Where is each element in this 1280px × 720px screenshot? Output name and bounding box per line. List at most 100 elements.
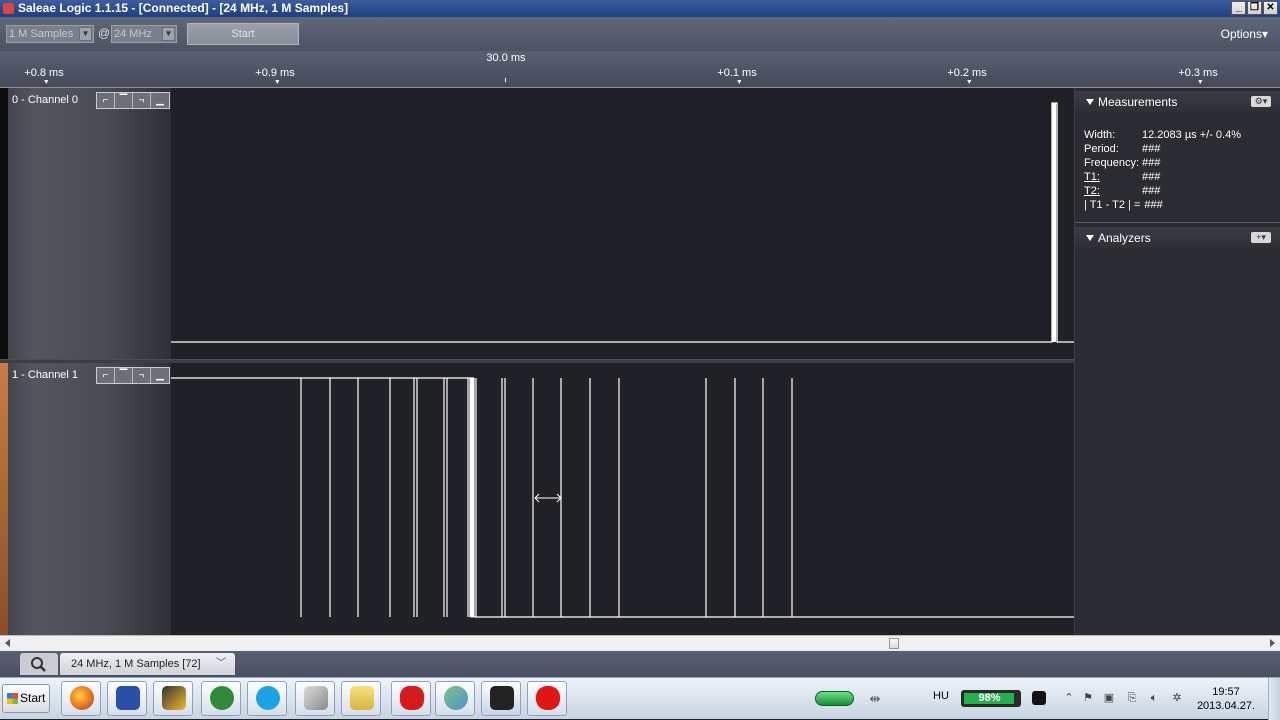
measurement-value: ### [1144, 199, 1163, 211]
at-sign: @ [98, 26, 111, 40]
close-button[interactable]: ✕ [1263, 1, 1278, 15]
taskbar-app-utorrent[interactable] [201, 681, 241, 716]
measurement-key: | T1 - T2 | = [1084, 199, 1141, 211]
sample-count-value: 1 M Samples [9, 28, 74, 40]
connector-icon[interactable]: ⇹ [866, 690, 884, 708]
measurement-value: ### [1142, 157, 1161, 169]
ruler-tick: +0.2 ms [947, 67, 987, 84]
clock-time: 19:57 [1212, 686, 1240, 698]
search-tab[interactable] [20, 653, 58, 675]
rising-edge-icon[interactable]: ⌐ [97, 93, 115, 108]
show-hidden-icons-icon[interactable]: ⌃ [1062, 692, 1076, 705]
start-label: Start [20, 691, 46, 705]
panel-divider [1075, 222, 1280, 223]
channel-1-label-panel[interactable]: 1 - Channel 1 ⌐ ▔ ¬ ▁ [0, 363, 171, 635]
taskbar-app-skype[interactable] [247, 681, 287, 716]
minimize-button[interactable]: _ [1231, 1, 1246, 15]
scroll-left-icon[interactable] [5, 639, 10, 647]
scroll-thumb[interactable] [889, 638, 899, 649]
session-tab-label: 24 MHz, 1 M Samples [72] [71, 658, 201, 670]
status-indicator-icon[interactable] [815, 691, 854, 706]
channel-0-signal [171, 102, 1074, 343]
usb-icon[interactable]: ⎘ [1125, 692, 1139, 705]
sample-rate-value: 24 MHz [114, 28, 152, 40]
action-center-flag-icon[interactable]: ⚑ [1081, 692, 1095, 705]
measurement-key: Frequency: [1084, 157, 1140, 169]
firefox-icon [70, 686, 94, 710]
options-menu[interactable]: Options▾ [1221, 27, 1268, 41]
measurements-title: Measurements [1098, 95, 1178, 109]
cube-icon [304, 686, 328, 710]
chevron-down-icon[interactable]: ﹀ [216, 653, 226, 675]
channel-1-waveform-svg [171, 377, 1074, 618]
ruler-tick: +0.9 ms [255, 67, 295, 84]
channel-0-label-panel[interactable]: 0 - Channel 0 ⌐ ▔ ¬ ▁ [0, 88, 171, 359]
chevron-down-icon: ▼ [162, 27, 175, 41]
taskbar-app-splash[interactable] [391, 681, 431, 716]
channel-0-waveform[interactable] [171, 88, 1074, 359]
show-desktop-button[interactable] [1268, 678, 1280, 720]
taskbar-app-explorer[interactable] [341, 681, 381, 716]
measurements-list: Width: 12.2083 µs +/- 0.4% Period: ### Fre… [1084, 128, 1241, 212]
power-plug-icon[interactable] [1032, 691, 1046, 705]
falling-edge-icon[interactable]: ¬ [133, 93, 151, 108]
measurement-key[interactable]: T2: [1084, 184, 1142, 198]
analyzers-header[interactable]: Analyzers +▾ [1075, 227, 1280, 249]
high-level-icon[interactable]: ▔ [115, 93, 133, 108]
session-tab[interactable]: 24 MHz, 1 M Samples [72] ﹀ [60, 653, 235, 675]
start-button[interactable]: Start [2, 684, 50, 713]
battery-percent: 98% [978, 692, 1001, 704]
measurement-row: Frequency: ### [1084, 156, 1241, 170]
network-icon[interactable]: ✲ [1170, 692, 1184, 705]
speaker-icon[interactable]: 🔈︎ [1147, 692, 1161, 705]
rising-edge-icon[interactable]: ⌐ [97, 368, 115, 383]
channel-0-pulse [1052, 103, 1056, 342]
red-splash-icon [400, 686, 424, 710]
title-bar: Saleae Logic 1.1.15 - [Connected] - [24 … [0, 0, 1280, 17]
scroll-right-icon[interactable] [1270, 639, 1275, 647]
sample-count-select[interactable]: 1 M Samples ▼ [6, 25, 94, 43]
floppy-disk-icon [116, 686, 140, 710]
language-indicator[interactable]: HU [933, 690, 949, 702]
taskbar-app-save[interactable] [107, 681, 147, 716]
system-clock[interactable]: 19:57 2013.04.27. [1194, 685, 1258, 713]
falling-edge-icon[interactable]: ¬ [133, 368, 151, 383]
low-level-icon[interactable]: ▁ [151, 368, 169, 383]
taskbar-app-saleae-logic[interactable] [481, 681, 521, 716]
start-button[interactable]: Start [187, 23, 299, 45]
taskbar-app-network[interactable] [435, 681, 475, 716]
battery-indicator[interactable]: 98% [961, 690, 1021, 707]
measurement-row: Width: 12.2083 µs +/- 0.4% [1084, 128, 1241, 142]
taskbar-app-editor[interactable] [153, 681, 193, 716]
taskbar-app-firefox[interactable] [61, 681, 101, 716]
ruler-tick: +0.8 ms [24, 67, 64, 84]
collapse-triangle-icon [1086, 235, 1094, 241]
horizontal-scrollbar[interactable] [0, 635, 1280, 651]
channel-1-waveform[interactable] [171, 363, 1074, 635]
measurement-value: 12.2083 µs +/- 0.4% [1142, 129, 1241, 141]
skype-icon [256, 686, 280, 710]
device-icon[interactable]: ▣ [1102, 692, 1116, 705]
low-level-icon[interactable]: ▁ [151, 93, 169, 108]
measurement-row: Period: ### [1084, 142, 1241, 156]
logic-analyzer-icon [490, 686, 514, 710]
channel-1-signal [171, 377, 474, 618]
measurements-header[interactable]: Measurements ⚙▾ [1075, 91, 1280, 113]
ruler-tick: +0.3 ms [1178, 67, 1218, 84]
search-icon [31, 657, 46, 672]
gear-icon[interactable]: ⚙▾ [1251, 96, 1271, 107]
time-ruler[interactable]: 30.0 ms +0.8 ms +0.9 ms +0.1 ms +0.2 ms … [0, 51, 1280, 88]
folder-icon [350, 686, 374, 710]
clock-date: 2013.04.27. [1196, 700, 1256, 712]
channel-0-waveform-svg [171, 102, 1074, 343]
restore-button[interactable]: ❐ [1247, 1, 1262, 15]
taskbar-app-virtualbox[interactable] [295, 681, 335, 716]
taskbar-app-paint[interactable] [527, 681, 567, 716]
add-analyzer-icon[interactable]: +▾ [1251, 232, 1271, 243]
sample-rate-select[interactable]: 24 MHz ▼ [111, 25, 177, 43]
channel-1-trigger-buttons: ⌐ ▔ ¬ ▁ [96, 367, 170, 384]
side-panel: Measurements ⚙▾ Width: 12.2083 µs +/- 0.4… [1074, 88, 1280, 635]
high-level-icon[interactable]: ▔ [115, 368, 133, 383]
measurement-key[interactable]: T1: [1084, 170, 1142, 184]
measurement-width-arrow [534, 493, 562, 503]
